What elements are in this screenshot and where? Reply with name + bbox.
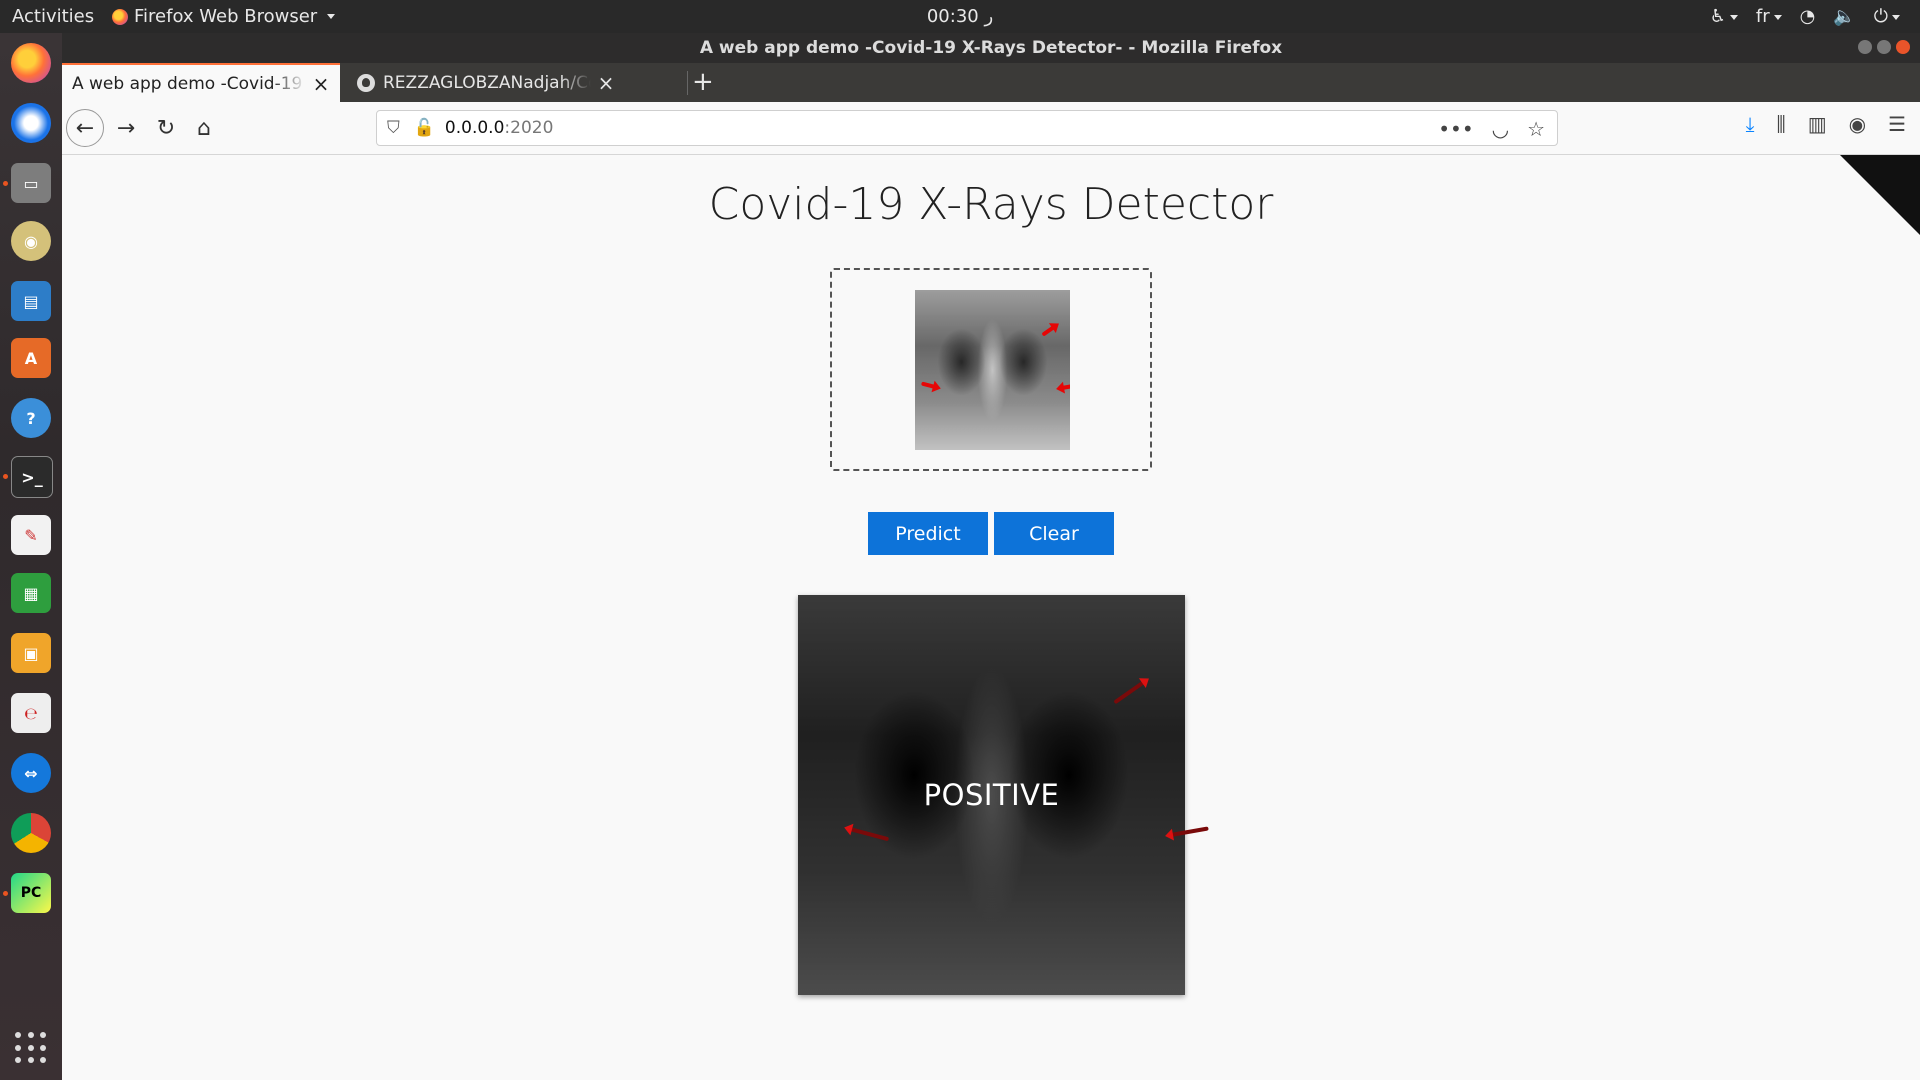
activities-button[interactable]: Activities (12, 0, 94, 33)
chevron-down-icon (327, 14, 336, 19)
teamviewer-icon[interactable]: ⇔ (11, 753, 51, 793)
close-icon[interactable]: × (312, 72, 330, 96)
close-icon[interactable]: × (597, 71, 615, 95)
new-tab-button[interactable]: + (692, 67, 714, 97)
ubuntu-dock: ▭ ◉ ▤ A ? >_ ✎ ▦ ▣ ℮ ⇔ PC (0, 33, 63, 1080)
firefox-icon (112, 8, 128, 25)
tab-divider (687, 71, 688, 95)
app-menu-label: Firefox Web Browser (134, 6, 318, 27)
chrome-icon[interactable] (11, 813, 51, 853)
insecure-lock-icon[interactable]: 🔓 (414, 118, 435, 138)
system-tray: ♿ fr ◔ 🔈 ⏻ (1710, 0, 1900, 33)
running-indicator (3, 891, 8, 896)
clock[interactable]: 00:30 ر (927, 0, 993, 33)
image-dropzone[interactable] (830, 268, 1152, 471)
back-button[interactable]: ← (66, 109, 104, 147)
pycharm-icon[interactable]: PC (11, 873, 51, 913)
app-menu[interactable]: Firefox Web Browser (112, 0, 336, 33)
address-bar[interactable]: ⛉ 🔓 0.0.0.0:2020 ••• ◡ ☆ (376, 110, 1558, 146)
tab-bar: A web app demo -Covid-19 X-Rays Detector… (62, 63, 1920, 102)
accessibility-icon[interactable]: ♿ (1710, 0, 1738, 33)
forward-button[interactable]: → (108, 110, 144, 146)
navigation-toolbar: ← → ↻ ⌂ ⛉ 🔓 0.0.0.0:2020 ••• ◡ ☆ ⤓ ⫼ ▥ ◉… (62, 102, 1920, 155)
system-top-bar: Activities Firefox Web Browser 00:30 ر ♿… (0, 0, 1920, 33)
tab-label: A web app demo -Covid-19 X-Rays Detector… (72, 73, 306, 94)
rhythmbox-icon[interactable]: ◉ (11, 221, 51, 261)
files-icon[interactable]: ▭ (11, 163, 51, 203)
menu-icon[interactable]: ☰ (1888, 112, 1906, 136)
tab-github-repo[interactable]: REZZAGLOBZANadjah/Covid-19 × (347, 63, 625, 102)
language-indicator[interactable]: fr (1756, 0, 1782, 33)
xray-thumbnail (915, 290, 1070, 450)
show-applications-icon[interactable] (15, 1032, 47, 1064)
arrow-marker (1061, 383, 1070, 390)
bookmark-star-icon[interactable]: ☆ (1527, 117, 1545, 141)
toolbar-right: ⤓ ⫼ ▥ ◉ ☰ (1746, 112, 1906, 136)
calc-icon[interactable]: ▦ (11, 573, 51, 613)
github-icon (357, 73, 375, 92)
page-actions-icon[interactable]: ••• (1438, 117, 1473, 141)
maximize-button[interactable] (1877, 40, 1891, 54)
sidebar-icon[interactable]: ▥ (1808, 112, 1827, 136)
tab-label: REZZAGLOBZANadjah/Covid-19 (383, 72, 591, 93)
firefox-icon[interactable] (11, 43, 51, 83)
page-title: Covid-19 X-Rays Detector (708, 179, 1274, 230)
terminal-icon[interactable]: >_ (11, 456, 53, 498)
home-button[interactable]: ⌂ (186, 110, 222, 146)
url-text: 0.0.0.0:2020 (444, 118, 554, 138)
window-title-bar: A web app demo -Covid-19 X-Rays Detector… (62, 33, 1920, 63)
power-icon[interactable]: ⏻ (1874, 0, 1900, 33)
running-indicator (3, 181, 8, 186)
predict-button[interactable]: Predict (868, 512, 988, 555)
software-icon[interactable]: A (11, 338, 51, 378)
downloads-icon[interactable]: ⤓ (1746, 112, 1755, 136)
evince-icon[interactable]: ℮ (11, 693, 51, 733)
running-indicator (3, 474, 8, 479)
thunderbird-icon[interactable] (11, 103, 51, 143)
text-editor-icon[interactable]: ✎ (11, 515, 51, 555)
prediction-result: POSITIVE (923, 778, 1060, 812)
impress-icon[interactable]: ▣ (11, 633, 51, 673)
close-window-button[interactable] (1896, 40, 1910, 54)
page-content: Covid-19 X-Rays Detector Predict Clear P… (62, 155, 1920, 1080)
shield-icon[interactable]: ⛉ (387, 118, 400, 138)
arrow-marker (920, 381, 936, 389)
writer-icon[interactable]: ▤ (11, 281, 51, 321)
pocket-icon[interactable]: ◡ (1492, 117, 1509, 141)
account-icon[interactable]: ◉ (1849, 112, 1866, 136)
clear-button[interactable]: Clear (994, 512, 1114, 555)
minimize-button[interactable] (1858, 40, 1872, 54)
action-buttons: Predict Clear (62, 512, 1920, 555)
wifi-icon[interactable]: ◔ (1800, 0, 1816, 33)
reload-button[interactable]: ↻ (148, 110, 184, 146)
help-icon[interactable]: ? (11, 398, 51, 438)
window-controls (1858, 40, 1910, 54)
result-panel: POSITIVE (798, 595, 1209, 995)
library-icon[interactable]: ⫼ (1777, 112, 1786, 136)
url-actions: ••• ◡ ☆ (1438, 117, 1545, 141)
tab-covid-detector[interactable]: A web app demo -Covid-19 X-Rays Detector… (62, 63, 340, 102)
window-title: A web app demo -Covid-19 X-Rays Detector… (699, 38, 1283, 58)
volume-icon[interactable]: 🔈 (1833, 0, 1855, 33)
arrow-marker (1041, 325, 1056, 337)
